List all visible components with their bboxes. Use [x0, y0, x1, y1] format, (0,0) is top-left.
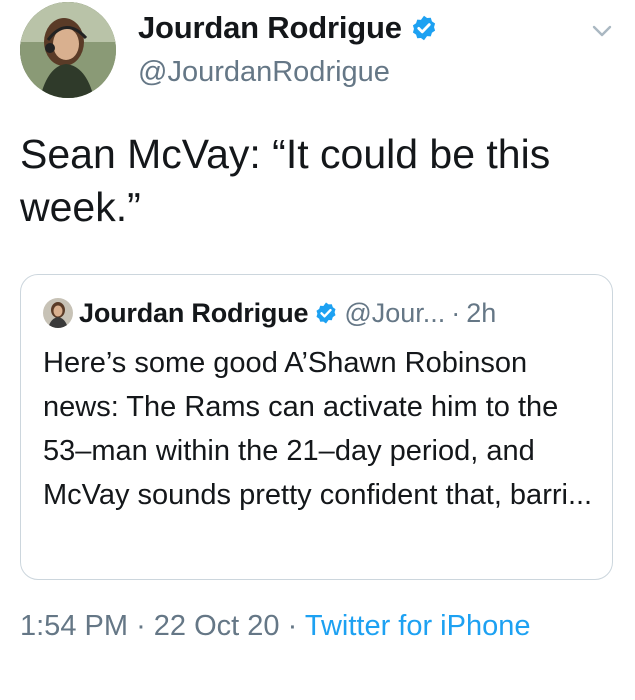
tweet-source-link[interactable]: Twitter for iPhone — [305, 610, 531, 642]
tweet-card: Jourdan Rodrigue @JourdanRodrigue Sean M… — [0, 0, 635, 700]
author-handle[interactable]: @JourdanRodrigue — [138, 56, 390, 89]
verified-badge-icon — [410, 14, 438, 42]
quoted-timestamp: 2h — [466, 297, 497, 328]
quoted-author-handle: @Jour... — [344, 297, 446, 328]
tweet-date: 22 Oct 20 — [153, 610, 280, 642]
quoted-author-avatar — [43, 298, 73, 328]
verified-badge-icon — [314, 301, 338, 325]
quoted-tweet-text: Here’s some good A’Shawn Robinson news: … — [43, 347, 593, 511]
tweet-text: Sean McVay: “It could be this week.” — [20, 131, 551, 230]
quoted-separator: · — [451, 297, 461, 328]
author-display-name[interactable]: Jourdan Rodrigue — [138, 10, 402, 46]
tweet-meta: 1:54 PM · 22 Oct 20 · Twitter for iPhone — [20, 604, 620, 648]
quoted-tweet-header: Jourdan Rodrigue @Jour... · 2h — [43, 295, 496, 331]
author-name-row: Jourdan Rodrigue — [138, 8, 438, 48]
meta-separator: · — [136, 610, 146, 642]
quoted-author-display-name: Jourdan Rodrigue — [79, 297, 309, 328]
chevron-down-icon[interactable] — [592, 24, 612, 38]
meta-separator: · — [287, 610, 298, 642]
quoted-tweet[interactable]: Jourdan Rodrigue @Jour... · 2h Here’s so… — [20, 274, 613, 580]
tweet-time: 1:54 PM — [20, 610, 128, 642]
author-avatar[interactable] — [20, 2, 116, 98]
